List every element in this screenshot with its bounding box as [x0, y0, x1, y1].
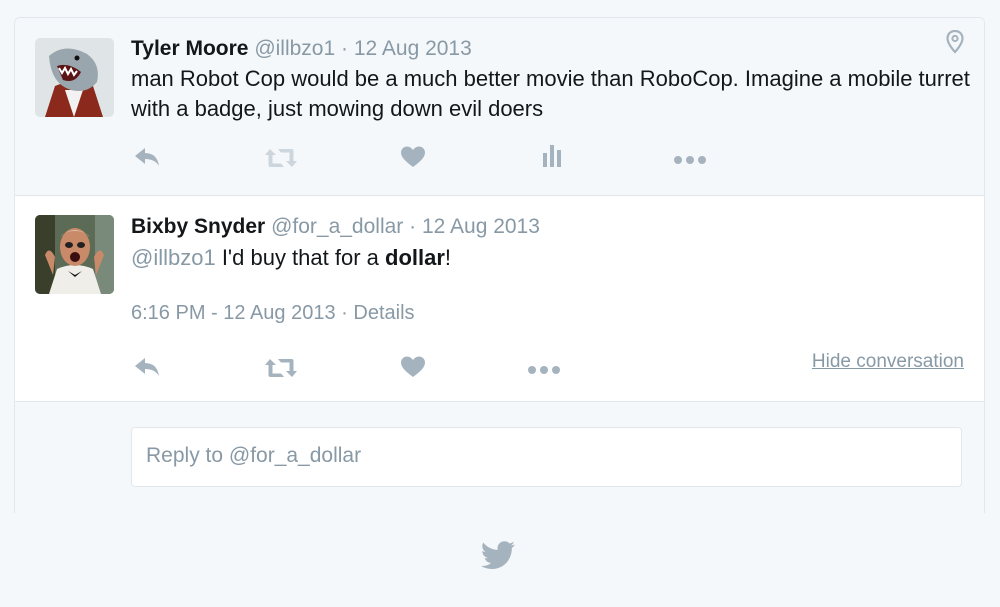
timestamp-separator: ·	[335, 302, 354, 324]
tweet-text-before: I'd buy that for a	[215, 245, 385, 270]
reply-icon[interactable]	[133, 355, 161, 384]
reply-tweet-actions	[131, 353, 731, 383]
author-name[interactable]: Tyler Moore	[131, 37, 248, 60]
details-link[interactable]: Details	[353, 302, 414, 324]
reply-input[interactable]: Reply to @for_a_dollar	[146, 444, 361, 468]
retweet-icon[interactable]	[264, 357, 298, 384]
reply-box[interactable]: Reply to @for_a_dollar	[131, 427, 962, 487]
header-separator: ·	[403, 215, 422, 238]
author-name[interactable]: Bixby Snyder	[131, 215, 265, 238]
avatar-bixby-snyder[interactable]	[35, 215, 114, 294]
parent-tweet-header: Tyler Moore @illbzo1 · 12 Aug 2013	[131, 37, 472, 61]
avatar-tyler-moore[interactable]	[35, 38, 114, 117]
author-handle[interactable]: @illbzo1	[254, 37, 335, 60]
header-separator: ·	[335, 37, 354, 60]
heart-icon[interactable]	[400, 355, 426, 384]
tweet-text-bold: dollar	[385, 245, 445, 270]
more-icon[interactable]	[527, 362, 561, 380]
tweet-timestamp-row: 6:16 PM - 12 Aug 2013 · Details	[131, 302, 415, 325]
map-pin-icon[interactable]	[946, 29, 964, 59]
twitter-bird-icon[interactable]	[481, 541, 515, 574]
tweet-text: man Robot Cop would be a much better mov…	[131, 66, 970, 121]
analytics-icon[interactable]	[542, 143, 562, 174]
parent-tweet[interactable]: Tyler Moore @illbzo1 · 12 Aug 2013 man R…	[15, 18, 984, 196]
more-icon[interactable]	[673, 152, 707, 170]
tweet-text: @illbzo1 I'd buy that for a dollar!	[131, 243, 451, 273]
tweet-date[interactable]: 12 Aug 2013	[422, 215, 540, 238]
parent-tweet-actions	[131, 143, 731, 173]
heart-icon[interactable]	[400, 145, 426, 174]
reply-tweet-header: Bixby Snyder @for_a_dollar · 12 Aug 2013	[131, 215, 540, 239]
tweet-date[interactable]: 12 Aug 2013	[354, 37, 472, 60]
mention-link[interactable]: @illbzo1	[131, 245, 216, 270]
hide-conversation-link[interactable]: Hide conversation	[812, 351, 964, 373]
tweet-text-after: !	[444, 245, 452, 270]
retweet-icon[interactable]	[264, 147, 298, 174]
tweet-timestamp[interactable]: 6:16 PM - 12 Aug 2013	[131, 302, 336, 324]
reply-icon[interactable]	[133, 145, 161, 174]
reply-tweet[interactable]: Bixby Snyder @for_a_dollar · 12 Aug 2013…	[15, 196, 984, 402]
conversation-card: Tyler Moore @illbzo1 · 12 Aug 2013 man R…	[14, 17, 985, 513]
author-handle[interactable]: @for_a_dollar	[271, 215, 403, 238]
